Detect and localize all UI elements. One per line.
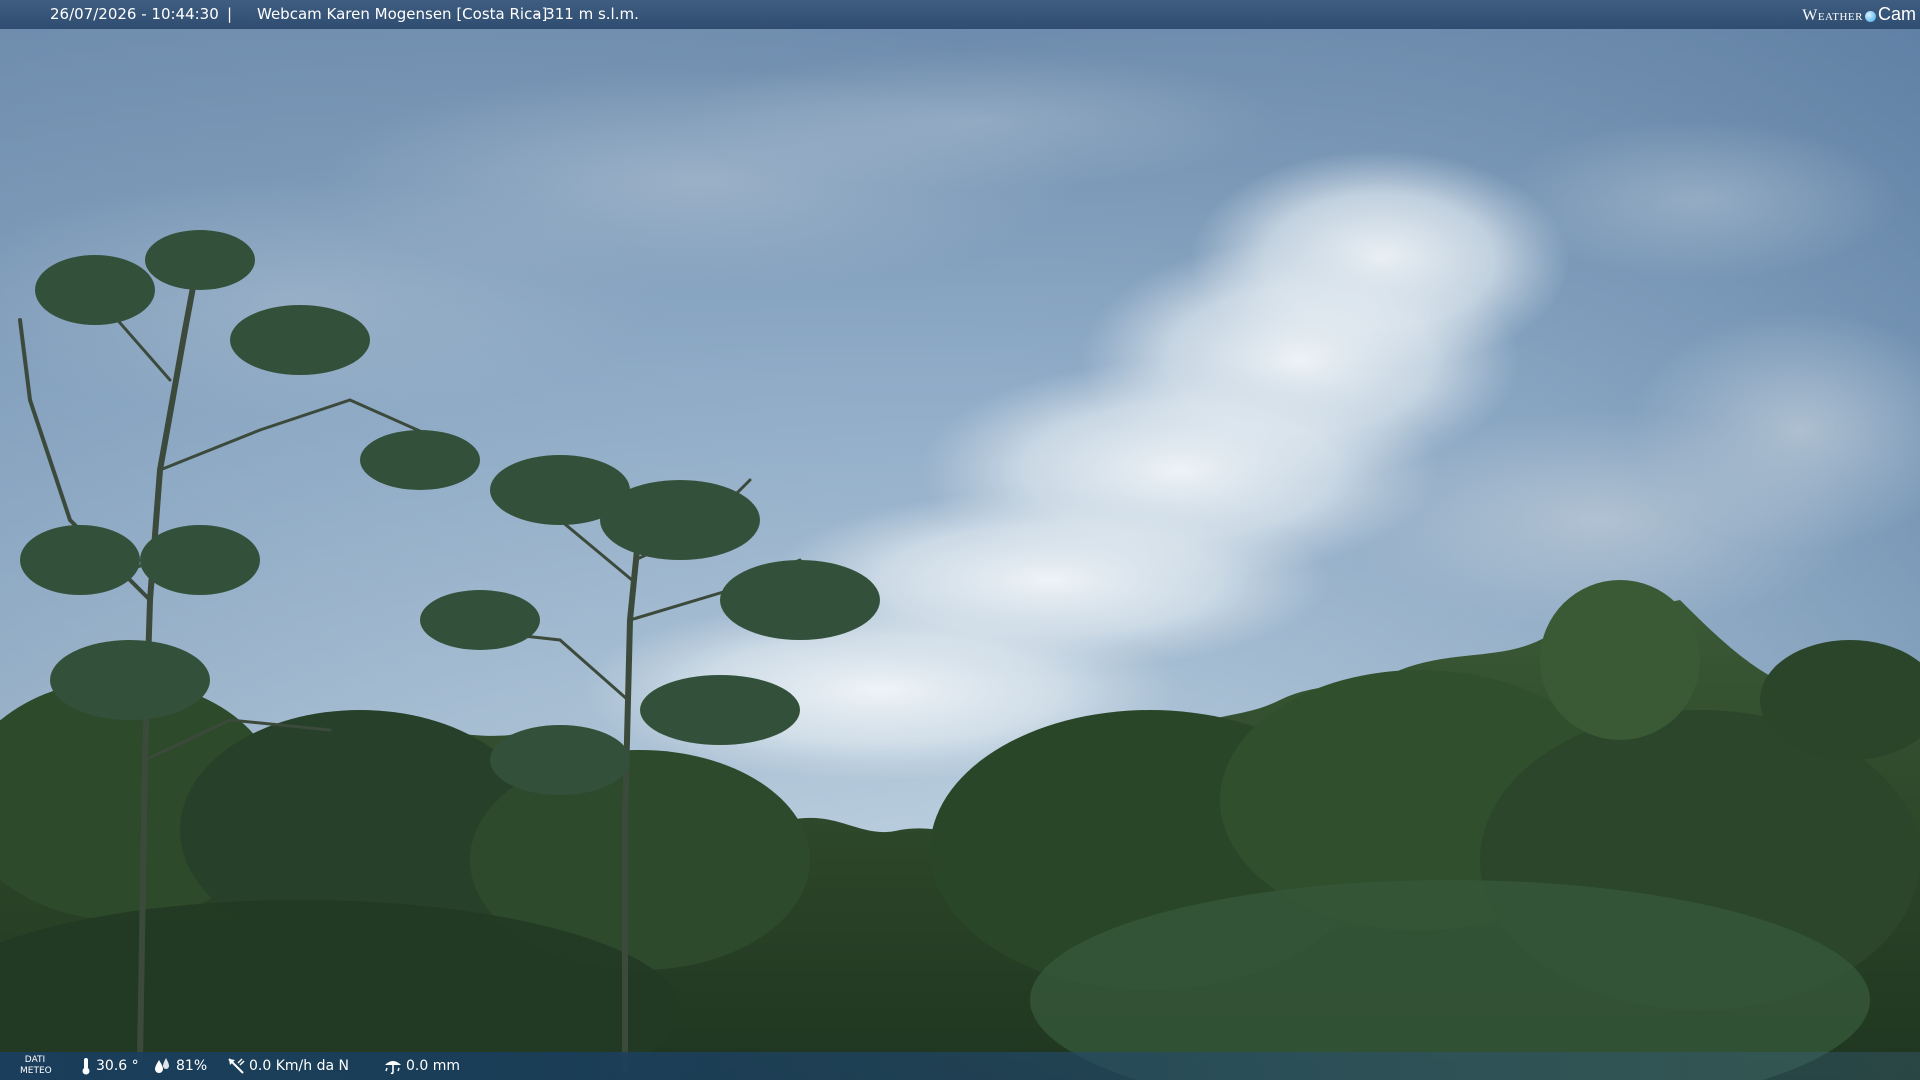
webcam-title: Webcam Karen Mogensen [Costa Rica] <box>257 5 548 23</box>
logo-weather-text: Weather <box>1802 7 1863 24</box>
humidity-value: 81% <box>176 1058 208 1074</box>
header-separator: | <box>227 5 233 23</box>
wind-reading: 0.0 Km/h da N <box>226 1052 366 1080</box>
webcam-image <box>0 0 1920 1080</box>
humidity-drops-icon <box>155 1058 169 1073</box>
rain-reading: 0.0 mm <box>383 1052 463 1080</box>
dati-label-line2: METEO <box>20 1066 52 1076</box>
logo-cam-text: Cam <box>1877 4 1916 24</box>
temperature-value: 30.6 ° <box>96 1058 139 1074</box>
temperature-reading: 30.6 ° <box>80 1052 150 1080</box>
humidity-reading: 81% <box>153 1052 213 1080</box>
logo-globe-icon <box>1864 11 1876 23</box>
rain-gauge-icon <box>385 1061 401 1075</box>
dati-label-line1: DATI <box>24 1055 46 1065</box>
thermometer-icon <box>82 1058 90 1075</box>
rain-value: 0.0 mm <box>406 1058 460 1074</box>
wind-value: 0.0 Km/h da N <box>249 1058 349 1074</box>
wind-vane-icon <box>228 1058 245 1074</box>
header-bar: 26/07/2026 - 10:44:30 | Webcam Karen Mog… <box>0 0 1920 29</box>
timestamp: 26/07/2026 - 10:44:30 <box>50 5 219 23</box>
altitude: - 311 m s.l.m. <box>535 5 639 23</box>
weathercam-logo[interactable]: Weather Cam <box>1802 0 1916 29</box>
dati-meteo-label[interactable]: DATI METEO <box>20 1055 52 1077</box>
weather-data-bar: DATI METEO 30.6 ° 81% 0.0 Km/h da N 0.0 … <box>0 1052 1920 1080</box>
